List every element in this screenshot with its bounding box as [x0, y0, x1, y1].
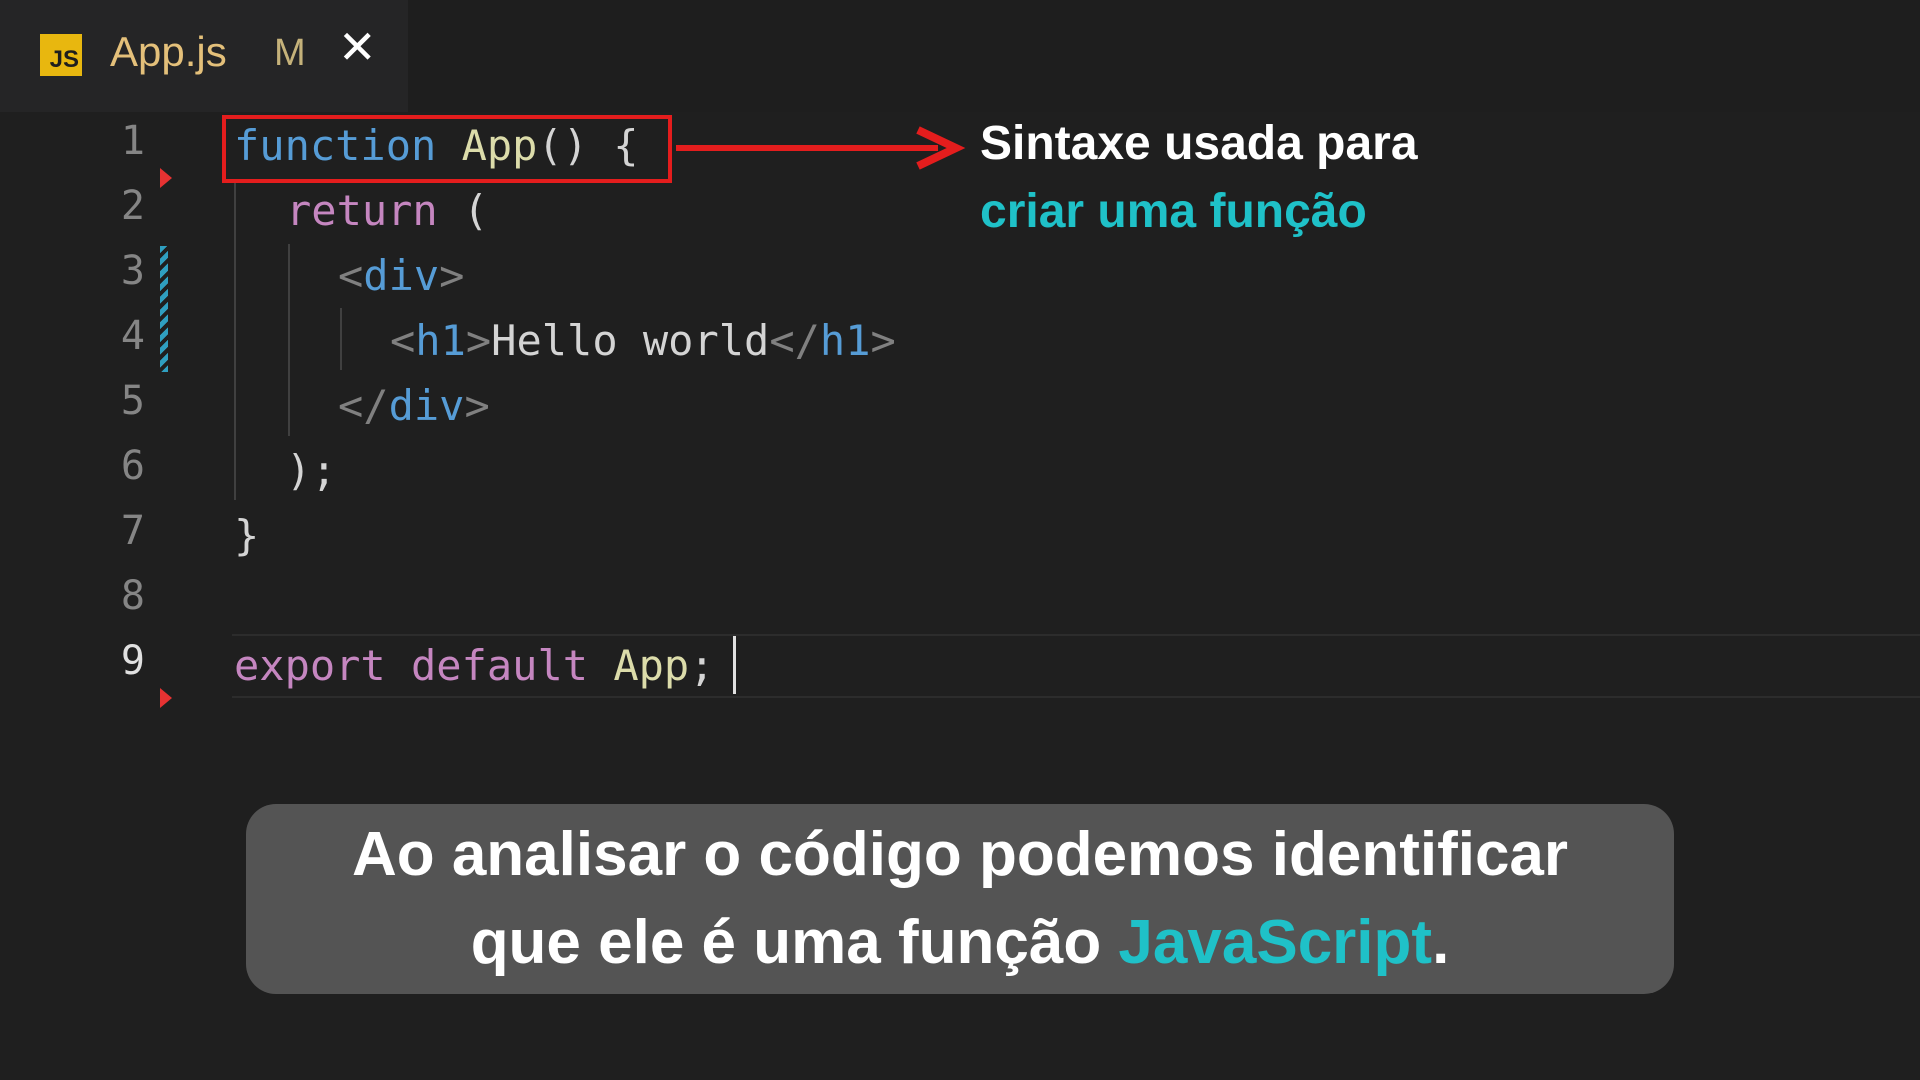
tag-name: h1 — [819, 316, 871, 365]
arrow-right-icon — [676, 126, 966, 170]
js-file-icon-label: JS — [49, 46, 79, 73]
caption-period: . — [1432, 908, 1450, 977]
line-number-8: 8 — [120, 573, 145, 619]
caption-text: Ao analisar o código podemos identificar… — [352, 811, 1568, 987]
tag-bracket: < — [390, 316, 416, 365]
code-line-5[interactable]: </div> — [338, 374, 490, 438]
tag-bracket: > — [439, 251, 465, 300]
deleted-lines-marker-icon[interactable] — [160, 168, 172, 188]
indent-guide — [234, 180, 236, 500]
modified-status-badge: M — [274, 32, 306, 74]
tag-bracket: </ — [338, 381, 389, 430]
text-cursor — [733, 636, 736, 694]
line-number-7: 7 — [120, 508, 145, 554]
close-icon[interactable]: ✕ — [338, 24, 377, 70]
modified-lines-marker-icon[interactable] — [160, 246, 168, 372]
line-number-3: 3 — [120, 248, 145, 294]
deleted-lines-marker-icon[interactable] — [160, 688, 172, 708]
punctuation: ); — [286, 446, 337, 495]
code-line-3[interactable]: <div> — [338, 244, 464, 308]
tab-app-js[interactable]: JS App.js M ✕ — [0, 0, 408, 112]
code-line-9[interactable]: export default App; — [234, 634, 714, 698]
tag-name: h1 — [415, 316, 466, 365]
line-number-9: 9 — [120, 638, 145, 684]
line-number-1: 1 — [120, 118, 145, 164]
identifier: App — [613, 641, 690, 690]
keyword: export — [234, 641, 386, 690]
jsx-text: Hello world — [491, 316, 770, 365]
line-number-6: 6 — [120, 443, 145, 489]
indent-guide — [288, 244, 290, 436]
keyword: return — [286, 186, 438, 235]
js-file-icon: JS — [40, 34, 82, 76]
indent-guide — [340, 308, 342, 370]
annotation-text: Sintaxe usada para criar uma função — [980, 110, 1418, 246]
caption-line-2-text: que ele é uma função — [470, 908, 1119, 977]
annotation-line-2: criar uma função — [980, 185, 1367, 238]
tag-bracket: > — [465, 316, 492, 365]
caption-accent-word: JavaScript — [1118, 908, 1433, 977]
punctuation: ; — [689, 641, 715, 690]
tag-bracket: </ — [769, 316, 820, 365]
line-number-2: 2 — [120, 183, 145, 229]
caption-line-1: Ao analisar o código podemos identificar — [351, 820, 1569, 889]
function-highlight-box — [222, 115, 672, 183]
tab-bar: JS App.js M ✕ — [0, 0, 1920, 112]
code-line-7[interactable]: } — [234, 504, 259, 568]
annotation-line-1: Sintaxe usada para — [980, 117, 1418, 170]
punctuation: } — [234, 511, 260, 560]
line-number-4: 4 — [120, 313, 145, 359]
punctuation: ( — [437, 186, 489, 235]
tag-bracket: > — [464, 381, 490, 430]
tab-filename: App.js — [110, 28, 227, 75]
code-line-2[interactable]: return ( — [286, 179, 488, 243]
code-line-4[interactable]: <h1>Hello world</h1> — [390, 309, 896, 373]
caption-box: Ao analisar o código podemos identificar… — [246, 804, 1674, 994]
tag-name: div — [388, 381, 465, 430]
tag-bracket: < — [338, 251, 364, 300]
line-number-5: 5 — [120, 378, 145, 424]
tag-bracket: > — [870, 316, 896, 365]
code-line-6[interactable]: ); — [286, 439, 337, 503]
keyword: default — [411, 641, 589, 690]
caption-line-2: que ele é uma função JavaScript. — [352, 899, 1568, 987]
tag-name: div — [363, 251, 440, 300]
